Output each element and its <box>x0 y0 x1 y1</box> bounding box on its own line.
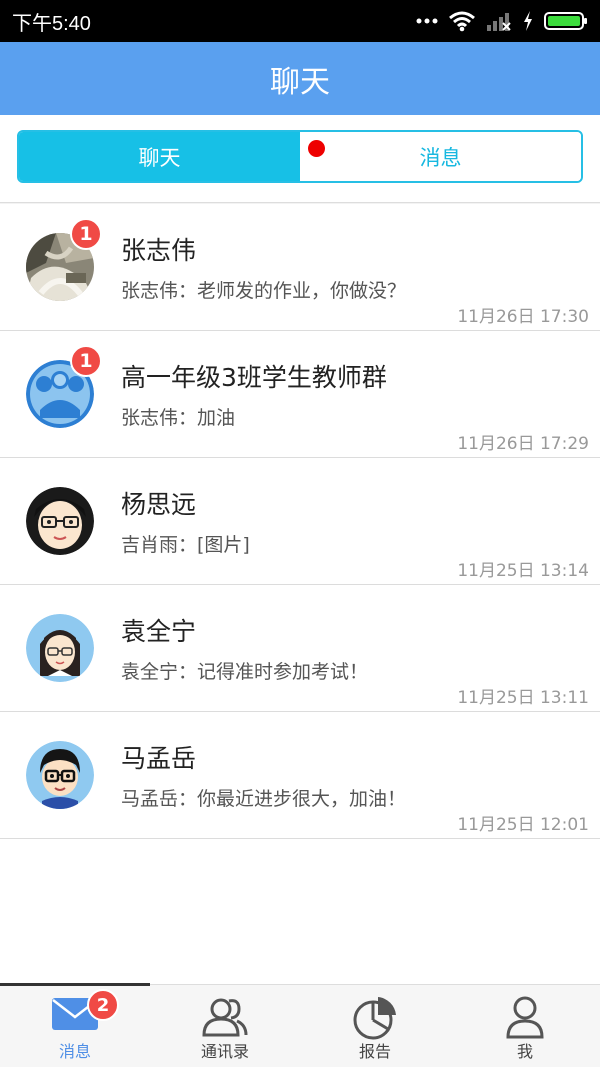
signal-icon <box>486 10 512 32</box>
wifi-icon <box>448 10 476 32</box>
chat-time: 11月26日 17:29 <box>457 434 589 454</box>
segmented-control: 聊天 消息 <box>17 130 583 183</box>
page-title: 聊天 <box>270 64 330 100</box>
nav-label: 消息 <box>58 1042 91 1061</box>
avatar <box>26 614 94 682</box>
chat-preview: 袁全宁：记得准时参加考试！ <box>121 661 369 683</box>
chat-time: 11月25日 13:14 <box>457 561 589 581</box>
tab-chat[interactable]: 聊天 <box>19 132 300 181</box>
chat-name: 马孟岳 <box>121 744 197 773</box>
status-bar: 下午5:40 <box>0 0 600 42</box>
status-icons <box>416 10 588 32</box>
chat-preview: 张志伟：老师发的作业，你做没？ <box>121 280 407 302</box>
status-time: 下午5:40 <box>12 12 91 35</box>
chat-time: 11月26日 17:30 <box>457 307 589 327</box>
app-header: 聊天 <box>0 42 600 115</box>
chat-time: 11月25日 13:11 <box>457 688 589 708</box>
battery-icon <box>544 10 588 32</box>
chat-name: 高一年级3班学生教师群 <box>121 363 387 392</box>
segment-container: 聊天 消息 <box>0 115 600 203</box>
chat-item[interactable]: 1 高一年级3班学生教师群 张志伟：加油 11月26日 17:29 <box>0 331 600 458</box>
avatar <box>26 741 94 809</box>
bottom-nav: 2 消息 通讯录 报告 我 <box>0 983 600 1067</box>
nav-item-report[interactable]: 报告 <box>300 985 450 1067</box>
nav-unread-badge: 2 <box>87 989 119 1021</box>
chat-preview: 马孟岳：你最近进步很大，加油！ <box>121 788 407 810</box>
chat-name: 袁全宁 <box>121 617 197 646</box>
tab-messages[interactable]: 消息 <box>300 132 581 181</box>
user-icon <box>505 995 545 1043</box>
nav-item-contacts[interactable]: 通讯录 <box>150 985 300 1067</box>
chat-item[interactable]: 1 张志伟 张志伟：老师发的作业，你做没？ 11月26日 17:30 <box>0 204 600 331</box>
chat-name: 杨思远 <box>121 490 197 519</box>
nav-item-messages[interactable]: 2 消息 <box>0 983 150 1067</box>
chat-list: 1 张志伟 张志伟：老师发的作业，你做没？ 11月26日 17:30 1 高一年… <box>0 204 600 984</box>
nav-active-indicator <box>0 983 150 986</box>
nav-item-me[interactable]: 我 <box>450 985 600 1067</box>
chat-name: 张志伟 <box>121 236 197 265</box>
contacts-icon <box>201 995 249 1043</box>
avatar <box>26 487 94 555</box>
tab-messages-label: 消息 <box>419 145 462 170</box>
chat-item[interactable]: 马孟岳 马孟岳：你最近进步很大，加油！ 11月25日 12:01 <box>0 712 600 839</box>
chat-item[interactable]: 袁全宁 袁全宁：记得准时参加考试！ 11月25日 13:11 <box>0 585 600 712</box>
unread-badge: 1 <box>70 345 102 377</box>
charging-icon <box>522 10 534 32</box>
more-dots-icon <box>416 17 438 25</box>
chat-preview: 张志伟：加油 <box>121 407 236 429</box>
unread-badge: 1 <box>70 218 102 250</box>
chat-time: 11月25日 12:01 <box>457 815 589 835</box>
unread-dot <box>308 140 325 157</box>
chat-item[interactable]: 杨思远 吉肖雨：[图片] 11月25日 13:14 <box>0 458 600 585</box>
pie-chart-icon <box>352 995 398 1045</box>
chat-preview: 吉肖雨：[图片] <box>121 534 250 556</box>
tab-chat-label: 聊天 <box>138 145 181 170</box>
